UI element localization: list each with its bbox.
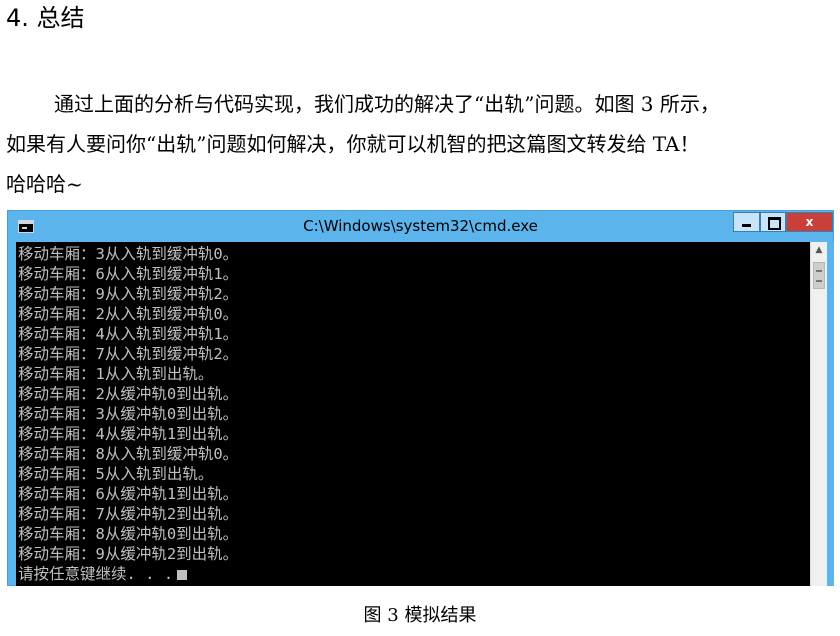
console-prompt-line: 请按任意键继续. . .	[18, 564, 810, 584]
console-line: 移动车厢：2从入轨到缓冲轨0。	[18, 305, 239, 323]
window-title: C:\Windows\system32\cmd.exe	[303, 217, 538, 235]
console-line: 移动车厢：2从缓冲轨0到出轨。	[18, 385, 239, 403]
minimize-button[interactable]	[733, 212, 760, 232]
console-line: 移动车厢：1从入轨到出轨。	[18, 365, 214, 383]
console-line: 移动车厢：3从入轨到缓冲轨0。	[18, 245, 239, 263]
paragraph-line: 哈哈哈~	[6, 172, 83, 196]
console-line: 移动车厢：5从入轨到出轨。	[18, 465, 214, 483]
console-line: 移动车厢：9从缓冲轨2到出轨。	[18, 545, 239, 563]
paragraph-line: 如果有人要问你“出轨”问题如何解决，你就可以机智的把这篇图文转发给 TA！	[6, 132, 700, 156]
console-line: 移动车厢：6从缓冲轨1到出轨。	[18, 485, 239, 503]
cmd-window: C:\Windows\system32\cmd.exe x 移动车厢：3从入轨到…	[7, 210, 834, 586]
console-line: 移动车厢：4从缓冲轨1到出轨。	[18, 425, 239, 443]
window-titlebar[interactable]: C:\Windows\system32\cmd.exe x	[8, 211, 833, 242]
paragraph-line: 通过上面的分析与代码实现，我们成功的解决了“出轨”问题。如图 3 所示，	[54, 92, 720, 116]
console-line: 移动车厢：8从缓冲轨0到出轨。	[18, 525, 239, 543]
close-button[interactable]: x	[786, 212, 833, 232]
figure-caption: 图 3 模拟结果	[363, 605, 477, 626]
scroll-up-icon[interactable]: ▲	[811, 242, 827, 259]
summary-paragraph: 通过上面的分析与代码实现，我们成功的解决了“出轨”问题。如图 3 所示， 如果有…	[6, 84, 834, 204]
scroll-thumb[interactable]	[813, 262, 825, 289]
console-output[interactable]: 移动车厢：3从入轨到缓冲轨0。 移动车厢：6从入轨到缓冲轨1。 移动车厢：9从入…	[16, 242, 810, 586]
console-line: 移动车厢：6从入轨到缓冲轨1。	[18, 265, 239, 283]
console-prompt: 请按任意键继续. . .	[18, 565, 174, 583]
vertical-scrollbar[interactable]: ▲	[810, 242, 827, 586]
maximize-button[interactable]	[760, 212, 786, 232]
console-line: 移动车厢：4从入轨到缓冲轨1。	[18, 325, 239, 343]
console-line: 移动车厢：9从入轨到缓冲轨2。	[18, 285, 239, 303]
console-line: 移动车厢：3从缓冲轨0到出轨。	[18, 405, 239, 423]
close-icon: x	[805, 215, 814, 229]
console-line: 移动车厢：8从入轨到缓冲轨0。	[18, 445, 239, 463]
console-line: 移动车厢：7从入轨到缓冲轨2。	[18, 345, 239, 363]
section-heading: 4. 总结	[6, 4, 85, 32]
console-line: 移动车厢：7从缓冲轨2到出轨。	[18, 505, 239, 523]
cursor-block	[177, 570, 188, 580]
window-border	[827, 242, 834, 586]
